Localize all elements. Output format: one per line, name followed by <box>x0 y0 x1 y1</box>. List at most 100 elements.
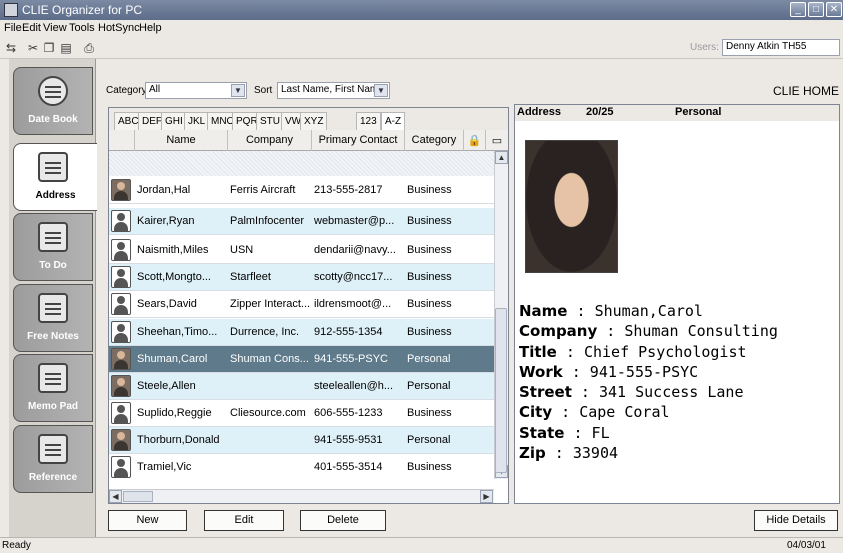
detail-field-work: Work : 941-555-PSYC <box>519 362 839 382</box>
category-select[interactable]: All ▼ <box>145 82 247 99</box>
contact-details: Name : Shuman,Carol Company : Shuman Cons… <box>519 301 839 463</box>
detail-record-count: 20/25 <box>586 106 614 118</box>
detail-header-label: Address <box>517 106 562 118</box>
column-header-primary-contact[interactable]: Primary Contact <box>312 130 405 151</box>
row-contact: ildrensmoot@... <box>314 298 392 310</box>
detail-field-title: Title : Chief Psychologist <box>519 342 839 362</box>
table-row[interactable]: Thorburn,Donald 941-555-9531 Personal <box>109 427 494 454</box>
row-company: PalmInfocenter <box>230 215 304 227</box>
close-button[interactable]: ✕ <box>826 2 842 17</box>
users-select[interactable]: Denny Atkin TH55 <box>722 39 840 56</box>
table-row[interactable]: Suplido,Reggie Cliesource.com 606-555-1233… <box>109 400 494 427</box>
menu-hotsync[interactable]: HotSync <box>98 22 140 34</box>
delete-button[interactable]: Delete <box>300 510 386 531</box>
row-category: Business <box>407 407 452 419</box>
row-company: Durrence, Inc. <box>230 326 300 338</box>
row-contact: 941-555-9531 <box>314 434 383 446</box>
sort-select[interactable]: Last Name, First Name ▼ <box>277 82 390 99</box>
table-row[interactable]: Sheehan,Timo... Durrence, Inc. 912-555-135… <box>109 319 494 346</box>
nav-tab-free-notes[interactable]: Free Notes <box>13 284 93 352</box>
row-name: Jordan,Hal <box>137 184 191 196</box>
nav-tab-label: Address <box>35 190 76 201</box>
scroll-left-icon[interactable]: ◀ <box>109 490 122 503</box>
row-category: Personal <box>407 434 451 446</box>
detail-field-value: 33904 <box>572 444 619 463</box>
window-title: CLIE Organizer for PC <box>22 3 143 17</box>
menu-file[interactable]: File <box>4 22 22 34</box>
table-row[interactable]: Jordan,Hal Ferris Aircraft 213-555-2817 Bus… <box>109 177 494 204</box>
menu-view[interactable]: View <box>43 22 67 34</box>
horizontal-scroll-thumb[interactable] <box>123 491 153 502</box>
table-row[interactable]: Tramiel,Vic 401-555-3514 Business <box>109 454 494 479</box>
new-record-row[interactable] <box>109 151 494 176</box>
alpha-tab-stu[interactable]: STU <box>256 112 284 130</box>
scroll-up-icon[interactable]: ▲ <box>495 151 508 164</box>
detail-field-value: FL <box>591 423 610 442</box>
nav-tab-to-do[interactable]: To Do <box>13 213 93 281</box>
row-company: Cliesource.com <box>230 407 306 419</box>
table-row[interactable]: Sears,David Zipper Interact... ildrensmoot… <box>109 291 494 318</box>
menu-tools[interactable]: Tools <box>69 22 95 34</box>
checklist-icon <box>38 222 68 252</box>
maximize-button[interactable]: □ <box>808 2 824 17</box>
hotsync-icon[interactable]: ⇆ <box>3 40 19 56</box>
column-header-category[interactable]: Category <box>405 130 464 151</box>
alpha-tab-xyz[interactable]: XYZ <box>300 112 328 130</box>
table-row[interactable]: Kairer,Ryan PalmInfocenter webmaster@p... B… <box>109 208 494 235</box>
row-category: Personal <box>407 380 451 392</box>
copy-icon[interactable]: ❐ <box>41 40 57 56</box>
detail-field-value: Shuman,Carol <box>594 302 703 320</box>
detail-field-value: 341 Success Lane <box>598 383 744 402</box>
nav-tab-reference[interactable]: Reference <box>13 425 93 493</box>
edit-button[interactable]: Edit <box>204 510 284 531</box>
alpha-tab-jkl[interactable]: JKL <box>184 112 210 130</box>
detail-field-separator: : <box>597 322 625 341</box>
row-name: Thorburn,Donald <box>137 434 220 446</box>
app-window: CLIE Organizer for PC _ □ ✕ File Edit Vi… <box>0 0 843 553</box>
row-contact: 213-555-2817 <box>314 184 383 196</box>
table-row[interactable]: Naismith,Miles USN dendarii@navy... Busines… <box>109 237 494 264</box>
nav-tab-address[interactable]: Address <box>13 143 97 211</box>
table-row[interactable]: Scott,Mongto... Starfleet scotty@ncc17... B… <box>109 264 494 291</box>
row-contact: 606-555-1233 <box>314 407 383 419</box>
row-name: Suplido,Reggie <box>137 407 212 419</box>
menu-help[interactable]: Help <box>139 22 162 34</box>
print-icon[interactable]: ⎙ <box>81 40 97 56</box>
scroll-right-icon[interactable]: ▶ <box>480 490 493 503</box>
close-icon: ✕ <box>829 4 839 15</box>
contact-photo-thumbnail <box>111 348 131 370</box>
left-nav: Date Book Address To Do Free Notes Memo … <box>9 59 97 537</box>
cut-icon[interactable]: ✂ <box>25 40 41 56</box>
hide-details-button[interactable]: Hide Details <box>754 510 838 531</box>
row-contact: webmaster@p... <box>314 215 395 227</box>
alpha-tab-123[interactable]: 123 <box>356 112 381 130</box>
table-row[interactable]: Steele,Allen steeleallen@h... Personal <box>109 373 494 400</box>
nav-tab-date-book[interactable]: Date Book <box>13 67 93 135</box>
table-row[interactable]: Shuman,Carol Shuman Cons... 941-555-PSYC Pe… <box>109 346 494 373</box>
alpha-tab-ghi[interactable]: GHI <box>161 112 187 130</box>
paste-icon[interactable]: ▤ <box>58 40 74 56</box>
new-button[interactable]: New <box>108 510 187 531</box>
alpha-tab-a-z[interactable]: A-Z <box>381 112 406 130</box>
column-header-name[interactable]: Name <box>135 130 228 151</box>
nav-tab-memo-pad[interactable]: Memo Pad <box>13 354 93 422</box>
row-name: Naismith,Miles <box>137 244 209 256</box>
sort-group: Sort Last Name, First Name ▼ <box>254 82 390 99</box>
row-contact: 941-555-PSYC <box>314 353 388 365</box>
detail-field-value: Chief Psychologist <box>583 342 747 361</box>
clie-home-link[interactable]: CLIE HOME <box>773 84 839 98</box>
column-header-company[interactable]: Company <box>228 130 312 151</box>
avatar-column-header <box>109 130 135 151</box>
row-company: Shuman Cons... <box>230 353 309 365</box>
row-name: Tramiel,Vic <box>137 461 192 473</box>
person-icon <box>111 456 131 478</box>
minimize-button[interactable]: _ <box>790 2 806 17</box>
menu-edit[interactable]: Edit <box>22 22 41 34</box>
person-icon <box>111 239 131 261</box>
vertical-scroll-thumb[interactable] <box>495 308 507 473</box>
horizontal-scrollbar[interactable]: ◀ ▶ <box>109 489 494 503</box>
row-category: Personal <box>407 353 451 365</box>
contact-photo-thumbnail <box>111 179 131 201</box>
toolbar: ⇆ ✂ ❐ ▤ ⎙ Users: Denny Atkin TH55 <box>0 37 843 59</box>
status-bar: Ready 04/03/01 <box>0 537 843 553</box>
